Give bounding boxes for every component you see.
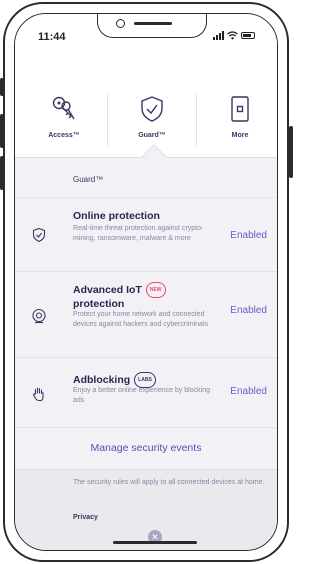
battery-icon xyxy=(241,32,255,39)
manage-security-events-link[interactable]: Manage security events xyxy=(15,442,277,454)
feature-title: Advanced IoT NEW protection xyxy=(73,282,166,310)
power-button xyxy=(289,126,293,178)
nav-divider xyxy=(196,94,197,146)
new-badge: NEW xyxy=(145,282,166,298)
keys-icon xyxy=(52,96,75,120)
feature-online-protection[interactable]: Online protection Real-time threat prote… xyxy=(15,198,277,272)
manage-section: Manage security events xyxy=(15,428,277,470)
feature-description: Protect your home network and connected … xyxy=(73,311,209,328)
tab-more-label: More xyxy=(231,132,249,139)
camera-icon xyxy=(32,308,46,324)
phone-screen: 11:44 Access™ Guard™ More Guard™ Online … xyxy=(14,13,278,551)
feature-title-line2: protection xyxy=(73,298,125,310)
feature-status[interactable]: Enabled xyxy=(230,305,267,316)
feature-title-line1: Advanced IoT xyxy=(73,283,142,296)
tab-access-label: Access™ xyxy=(48,132,80,139)
wifi-icon xyxy=(227,31,238,40)
feature-status[interactable]: Enabled xyxy=(230,230,267,241)
front-camera xyxy=(116,19,125,28)
feature-status[interactable]: Enabled xyxy=(230,386,267,397)
phone-frame: 11:44 Access™ Guard™ More Guard™ Online … xyxy=(3,2,289,562)
feature-description: Real-time threat protection against cryp… xyxy=(73,225,204,242)
nav-divider xyxy=(107,94,108,146)
tab-more[interactable]: More xyxy=(203,54,277,158)
shield-check-icon xyxy=(32,227,46,243)
home-indicator[interactable] xyxy=(113,541,197,544)
status-time: 11:44 xyxy=(38,31,66,43)
footer-note: The security rules will apply to all con… xyxy=(73,479,265,486)
footer: The security rules will apply to all con… xyxy=(15,470,277,550)
cellular-signal-icon xyxy=(213,31,224,40)
device-icon xyxy=(231,96,249,122)
shield-check-icon xyxy=(141,96,163,122)
tab-access[interactable]: Access™ xyxy=(27,54,101,158)
privacy-link[interactable]: Privacy xyxy=(73,514,98,521)
speaker xyxy=(134,22,172,25)
hand-stop-icon xyxy=(32,387,44,402)
top-nav: Access™ Guard™ More xyxy=(15,54,277,158)
status-icons xyxy=(213,31,255,40)
tab-guard[interactable]: Guard™ xyxy=(115,54,189,158)
section-header: Guard™ xyxy=(15,158,277,198)
feature-description: Enjoy a better online experience by bloc… xyxy=(73,387,210,404)
feature-advanced-iot-protection[interactable]: Advanced IoT NEW protection Protect your … xyxy=(15,272,277,358)
feature-adblocking[interactable]: Adblocking LABS Enjoy a better online exp… xyxy=(15,358,277,428)
notch xyxy=(97,14,207,38)
tab-guard-label: Guard™ xyxy=(138,132,166,139)
feature-title: Online protection xyxy=(73,210,160,222)
feature-title-text: Adblocking xyxy=(73,373,131,386)
section-title: Guard™ xyxy=(73,175,104,184)
